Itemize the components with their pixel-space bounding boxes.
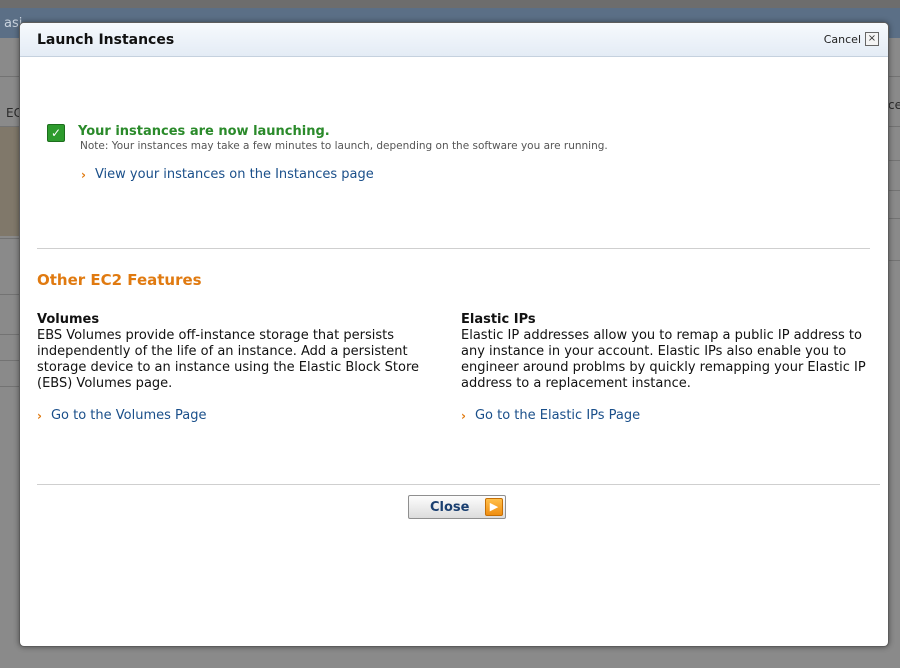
chevron-right-icon: › bbox=[37, 408, 42, 423]
background-divider bbox=[0, 386, 20, 387]
elastic-ips-title: Elastic IPs bbox=[461, 312, 536, 327]
success-note: Note: Your instances may take a few minu… bbox=[80, 140, 608, 152]
cancel-label: Cancel bbox=[823, 32, 861, 46]
view-instances-link[interactable]: › View your instances on the Instances p… bbox=[81, 167, 374, 182]
chevron-right-icon: › bbox=[81, 167, 86, 182]
checkmark-icon: ✓ bbox=[47, 124, 65, 142]
volumes-description: EBS Volumes provide off-instance storage… bbox=[37, 328, 419, 391]
section-title: Other EC2 Features bbox=[37, 271, 202, 289]
volumes-feature: Volumes EBS Volumes provide off-instance… bbox=[37, 312, 447, 392]
section-divider bbox=[37, 248, 870, 249]
volumes-title: Volumes bbox=[37, 312, 100, 327]
elastic-ips-page-link[interactable]: › Go to the Elastic IPs Page bbox=[461, 408, 640, 423]
elastic-ips-page-link-label[interactable]: Go to the Elastic IPs Page bbox=[475, 408, 640, 423]
chevron-right-icon: › bbox=[461, 408, 466, 423]
close-button-label: Close bbox=[430, 500, 470, 515]
dialog-header: Launch Instances Cancel × bbox=[20, 23, 888, 57]
background-right-label: ce bbox=[888, 98, 900, 112]
cancel-button[interactable]: Cancel × bbox=[824, 32, 879, 46]
elastic-ips-description: Elastic IP addresses allow you to remap … bbox=[461, 328, 866, 391]
footer-divider bbox=[37, 484, 880, 485]
background-divider bbox=[0, 238, 20, 239]
volumes-page-link[interactable]: › Go to the Volumes Page bbox=[37, 408, 207, 423]
launch-instances-dialog: Launch Instances Cancel × ✓ Your instanc… bbox=[19, 22, 889, 647]
elastic-ips-feature: Elastic IPs Elastic IP addresses allow y… bbox=[461, 312, 871, 392]
background-divider bbox=[0, 294, 20, 295]
close-button[interactable]: Close ▶ bbox=[408, 495, 506, 519]
background-left-panel bbox=[0, 126, 20, 236]
view-instances-link-label[interactable]: View your instances on the Instances pag… bbox=[95, 167, 374, 182]
close-icon[interactable]: × bbox=[865, 32, 879, 46]
success-title: Your instances are now launching. bbox=[78, 124, 330, 139]
background-divider bbox=[0, 360, 20, 361]
background-divider bbox=[0, 334, 20, 335]
background-top-bar bbox=[0, 0, 900, 8]
dialog-title: Launch Instances bbox=[37, 32, 175, 48]
volumes-page-link-label[interactable]: Go to the Volumes Page bbox=[51, 408, 207, 423]
arrow-right-icon: ▶ bbox=[485, 498, 503, 516]
